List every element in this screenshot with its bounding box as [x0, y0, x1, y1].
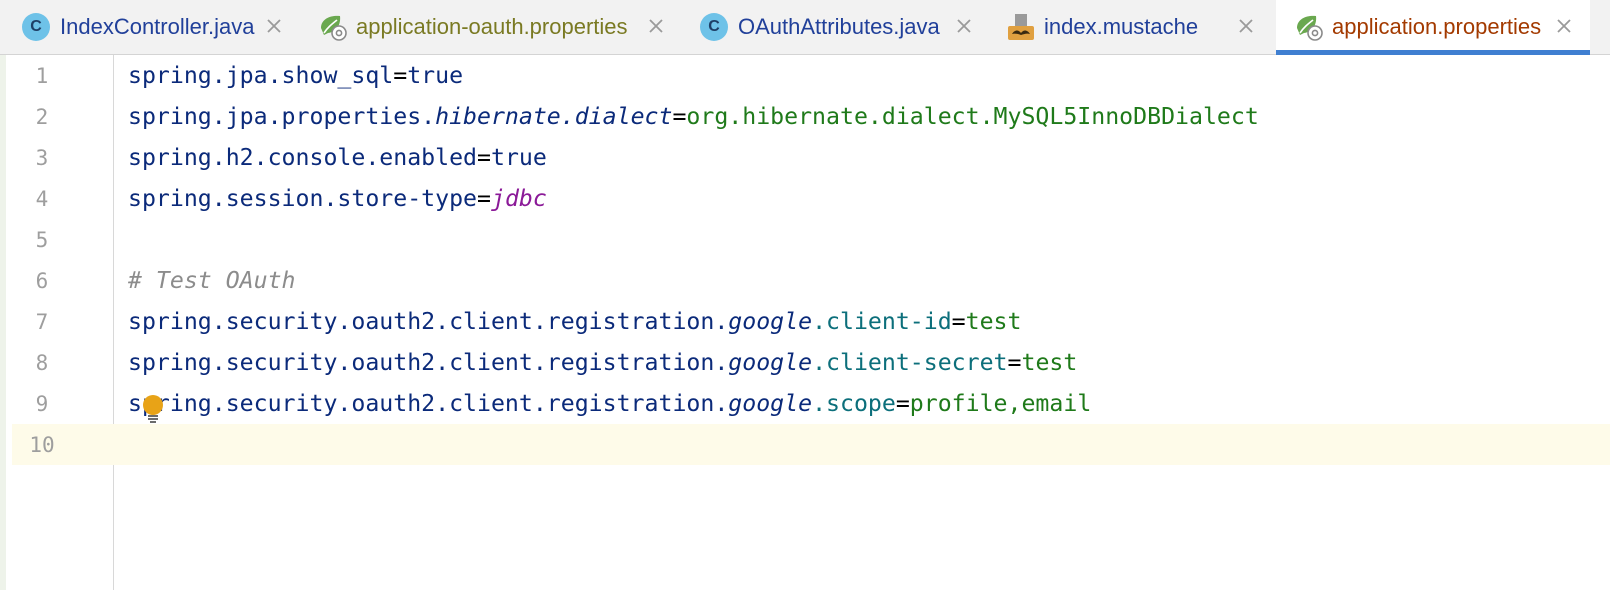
- code-line[interactable]: spring.security.oauth2.client.registrati…: [114, 301, 1610, 342]
- close-icon[interactable]: [262, 14, 286, 38]
- equals-sign: =: [672, 103, 687, 130]
- tab-index-mustache[interactable]: index.mustache: [990, 0, 1272, 54]
- close-icon[interactable]: [952, 14, 976, 38]
- tab-application-oauth-properties[interactable]: application-oauth.properties: [300, 0, 682, 54]
- comment: # Test OAuth: [128, 267, 296, 294]
- spring-properties-icon: [1297, 15, 1323, 41]
- code-line[interactable]: [114, 219, 1610, 260]
- current-code-line[interactable]: [114, 424, 1610, 465]
- tab-label: application-oauth.properties: [356, 14, 628, 39]
- equals-sign: =: [477, 144, 491, 171]
- line-number: 7: [35, 310, 49, 334]
- property-key-suffix: .scope: [812, 390, 896, 417]
- equals-sign: =: [477, 185, 491, 212]
- property-key-italic: hibernate.dialect: [435, 103, 673, 130]
- code-editor[interactable]: spring.jpa.show_sql=true spring.jpa.prop…: [114, 55, 1610, 590]
- property-value: true: [407, 62, 464, 89]
- property-key-italic: google: [728, 349, 813, 376]
- code-line[interactable]: spring.session.store-type=jdbc: [114, 178, 1610, 219]
- lightbulb-icon[interactable]: [142, 395, 164, 423]
- close-icon[interactable]: [644, 14, 668, 38]
- equals-sign: =: [1007, 349, 1022, 376]
- code-line[interactable]: spring.jpa.properties.hibernate.dialect=…: [114, 96, 1610, 137]
- code-line[interactable]: spring.jpa.show_sql=true: [114, 55, 1610, 96]
- line-number: 10: [29, 433, 55, 457]
- mustache-icon: [1008, 14, 1034, 40]
- property-key: spring.session.store-type: [128, 185, 478, 212]
- property-key-italic: google: [728, 390, 813, 417]
- property-key: spring.h2.console.enabled: [128, 144, 478, 171]
- property-key-suffix: .client-secret: [812, 349, 1008, 376]
- property-key: spring.security.oauth2.client.registrati…: [128, 349, 729, 376]
- tab-label: application.properties: [1332, 14, 1542, 39]
- code-line[interactable]: # Test OAuth: [114, 260, 1610, 301]
- close-icon[interactable]: [1552, 14, 1576, 38]
- property-value: jdbc: [490, 185, 547, 212]
- property-key-italic: google: [728, 308, 813, 335]
- code-line[interactable]: spring.security.oauth2.client.registrati…: [114, 383, 1610, 424]
- property-value: org.hibernate.dialect.MySQL5InnoDBDialec…: [686, 103, 1259, 130]
- line-number-gutter[interactable]: 1 2 3 4 5 6 7 8 9 10: [6, 55, 119, 590]
- property-key-suffix: .client-id: [812, 308, 952, 335]
- java-class-icon: C: [22, 13, 50, 41]
- equals-sign: =: [895, 390, 910, 417]
- code-line[interactable]: spring.security.oauth2.client.registrati…: [114, 342, 1610, 383]
- line-number: 3: [35, 146, 49, 170]
- line-number: 1: [35, 64, 49, 88]
- tab-label: index.mustache: [1044, 14, 1199, 39]
- line-number: 8: [35, 351, 49, 375]
- property-key: spring.jpa.properties.: [128, 103, 436, 130]
- close-icon[interactable]: [1234, 14, 1258, 38]
- property-key: spring.jpa.show_sql: [128, 62, 394, 89]
- tab-label: OAuthAttributes.java: [738, 14, 940, 39]
- property-key: spring.security.oauth2.client.registrati…: [128, 308, 729, 335]
- property-value: test: [965, 308, 1022, 335]
- property-value: profile,email: [909, 390, 1092, 417]
- tab-label: IndexController.java: [60, 14, 255, 39]
- java-class-icon: C: [700, 13, 728, 41]
- equals-sign: =: [951, 308, 966, 335]
- spring-properties-icon: [321, 15, 347, 41]
- editor-tab-bar: C IndexController.java application-oauth…: [0, 0, 1610, 55]
- code-line[interactable]: spring.h2.console.enabled=true: [114, 137, 1610, 178]
- line-number: 9: [35, 392, 49, 416]
- property-value: true: [490, 144, 547, 171]
- property-value: test: [1021, 349, 1078, 376]
- line-number: 5: [35, 228, 49, 252]
- tab-application-properties[interactable]: application.properties: [1276, 0, 1590, 55]
- line-number: 6: [35, 269, 49, 293]
- line-number: 4: [35, 187, 49, 211]
- equals-sign: =: [393, 62, 408, 89]
- property-key: spring.security.oauth2.client.registrati…: [128, 390, 729, 417]
- tab-oauth-attributes[interactable]: C OAuthAttributes.java: [682, 0, 990, 54]
- line-number: 2: [35, 105, 49, 129]
- tab-index-controller[interactable]: C IndexController.java: [0, 0, 300, 54]
